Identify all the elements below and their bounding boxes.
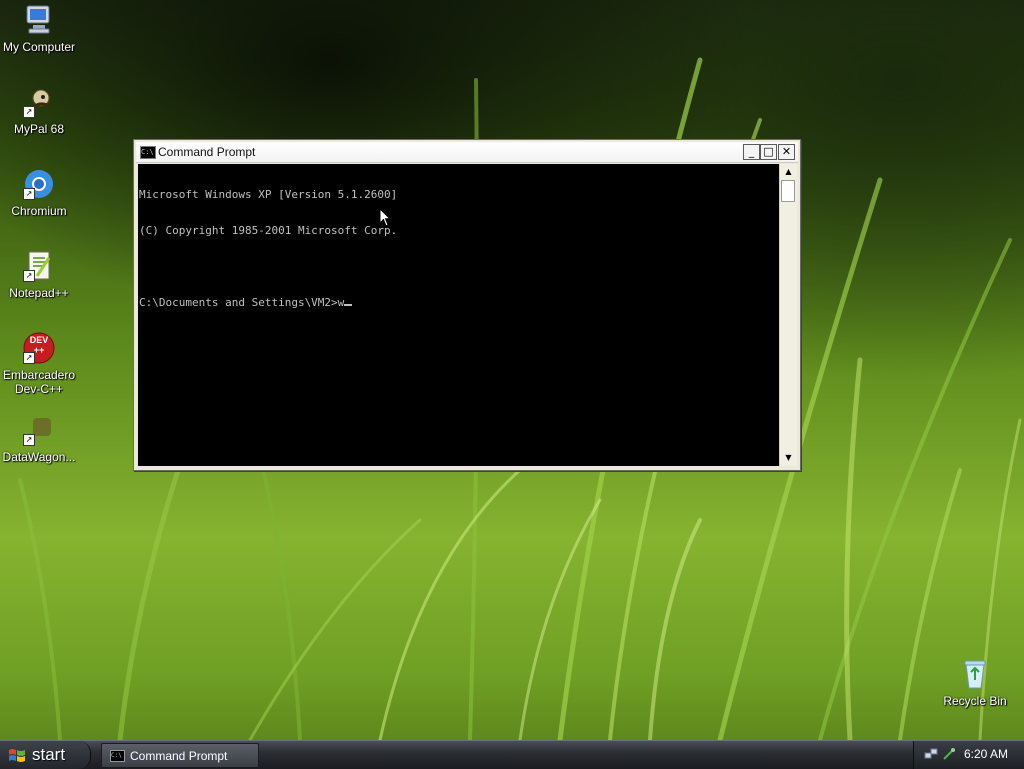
maximize-button[interactable]: □ [760,144,777,160]
console-prompt-text: C:\Documents and Settings\VM2>w [139,296,345,309]
desktop-icon-my-computer[interactable]: My Computer [0,4,78,54]
shortcut-arrow-icon: ↗ [23,106,35,118]
shortcut-arrow-icon: ↗ [23,270,35,282]
devcpp-icon: DEV ++ ↗ [23,332,55,364]
my-computer-icon [23,4,55,36]
shortcut-arrow-icon: ↗ [23,352,35,364]
clock[interactable]: 6:20 AM [964,747,1008,761]
desktop-icon-datawagon[interactable]: ↗ DataWagon... [0,414,78,464]
command-prompt-window[interactable]: C:\ Command Prompt _ □ ✕ Microsoft Windo… [133,139,801,471]
start-button[interactable]: start [0,741,91,769]
desktop-icon-label: Notepad++ [9,286,69,300]
window-title: Command Prompt [158,145,256,159]
system-tray: 6:20 AM [913,741,1024,769]
scroll-up-button[interactable]: ▲ [781,165,796,179]
taskbar-item-command-prompt[interactable]: C:\ Command Prompt [101,743,259,768]
desktop-icon-notepadpp[interactable]: ↗ Notepad++ [0,250,78,300]
desktop-icon-label: MyPal 68 [13,122,65,136]
console-prompt-line[interactable]: C:\Documents and Settings\VM2>w [139,297,779,309]
console-output[interactable]: Microsoft Windows XP [Version 5.1.2600] … [138,164,779,466]
mouse-cursor-icon [379,208,392,227]
console-line: Microsoft Windows XP [Version 5.1.2600] [139,188,398,201]
shortcut-arrow-icon: ↗ [23,434,35,446]
window-title-bar[interactable]: C:\ Command Prompt _ □ ✕ [136,142,798,163]
taskbar-item-label: Command Prompt [130,749,228,763]
datawagon-icon: ↗ [23,414,55,446]
shortcut-arrow-icon: ↗ [23,188,35,200]
desktop-icon-label: Embarcadero Dev-C++ [2,368,76,396]
scroll-thumb[interactable] [781,180,795,202]
desktop-icon-label: Chromium [11,204,67,218]
cmd-app-icon[interactable]: C:\ [140,146,156,159]
minimize-button[interactable]: _ [743,144,760,160]
devcpp-badge-text: DEV [29,335,49,345]
chromium-icon: ↗ [23,168,55,200]
console-line: (C) Copyright 1985-2001 Microsoft Corp. [139,224,398,237]
desktop-icon-chromium[interactable]: ↗ Chromium [0,168,78,218]
text-caret [344,304,353,306]
vertical-scrollbar[interactable]: ▲ ▼ [779,164,797,466]
start-label: start [32,745,66,764]
cmd-taskbar-icon: C:\ [110,750,125,762]
desktop-icon-recycle-bin[interactable]: Recycle Bin [936,658,1014,708]
mypal-icon: ↗ [23,86,55,118]
scroll-down-button[interactable]: ▼ [781,451,796,465]
safely-remove-icon[interactable] [942,747,956,761]
desktop-icon-devcpp[interactable]: DEV ++ ↗ Embarcadero Dev-C++ [0,332,78,396]
windows-flag-icon [9,749,25,762]
taskbar: start C:\ Command Prompt 6:20 AM [0,740,1024,769]
network-icon[interactable] [924,747,938,761]
desktop-icon-label: DataWagon... [2,450,76,464]
notepadpp-icon: ↗ [23,250,55,282]
close-button[interactable]: ✕ [778,144,795,160]
desktop-icon-mypal[interactable]: ↗ MyPal 68 [0,86,78,136]
desktop-icon-label: Recycle Bin [943,694,1007,708]
desktop-icon-label: My Computer [2,40,76,54]
recycle-bin-icon [959,658,991,690]
